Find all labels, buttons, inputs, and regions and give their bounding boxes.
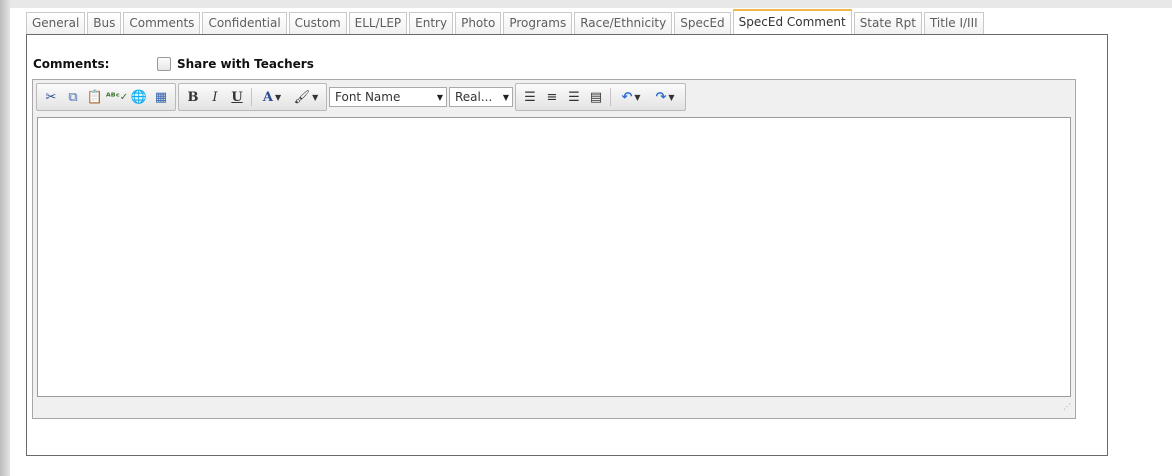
tab-state-rpt[interactable]: State Rpt xyxy=(853,12,922,34)
font-name-select[interactable]: Font Name ▼ xyxy=(329,87,447,107)
tab-ell-lep[interactable]: ELL/LEP xyxy=(348,12,408,34)
tab-custom[interactable]: Custom xyxy=(288,12,347,34)
tab-speced-comment[interactable]: SpecEd Comment xyxy=(732,9,852,34)
font-size-value: Real... xyxy=(455,90,493,104)
comments-row: Comments: Share with Teachers xyxy=(33,55,314,73)
font-size-select[interactable]: Real... ▼ xyxy=(449,87,513,107)
tab-race-ethnicity[interactable]: Race/Ethnicity xyxy=(574,12,673,34)
align-left-icon[interactable]: ☰ xyxy=(519,86,541,108)
chevron-down-icon: ▼ xyxy=(436,92,443,102)
hyperlink-icon[interactable]: 🌐 xyxy=(128,86,150,108)
bold-icon[interactable]: B xyxy=(182,86,204,108)
chevron-down-icon: ▼ xyxy=(634,92,641,102)
italic-icon[interactable]: I xyxy=(204,86,226,108)
tab-strip: General Bus Comments Confidential Custom… xyxy=(26,9,986,34)
tab-photo[interactable]: Photo xyxy=(455,12,502,34)
tab-entry[interactable]: Entry xyxy=(409,12,454,34)
comments-label: Comments: xyxy=(33,57,110,71)
editor-toolbar: ✂ ⧉ 📋 ᴬᴮᶜ✓ 🌐 ▦ B I U A ▼ 🖌 ▼ Font Name ▼ R… xyxy=(36,83,688,111)
align-center-icon[interactable]: ≡ xyxy=(541,86,563,108)
highlight-color-icon[interactable]: 🖌 ▼ xyxy=(289,86,323,108)
justify-icon[interactable]: ▤ xyxy=(585,86,607,108)
tab-speced[interactable]: SpecEd xyxy=(674,12,731,34)
toolbar-separator xyxy=(610,88,611,106)
tab-general[interactable]: General xyxy=(26,12,86,34)
toolbar-group-alignment: ☰ ≡ ☰ ▤ ↶ ▼ ↷ ▼ xyxy=(515,83,686,111)
chevron-down-icon: ▼ xyxy=(274,92,282,102)
chevron-down-icon: ▼ xyxy=(312,92,319,102)
spellcheck-icon[interactable]: ᴬᴮᶜ✓ xyxy=(106,86,128,108)
tab-programs[interactable]: Programs xyxy=(503,12,573,34)
speced-comment-panel: Comments: Share with Teachers ✂ ⧉ 📋 ᴬᴮᶜ✓… xyxy=(26,34,1108,456)
toolbar-separator xyxy=(251,88,252,106)
tab-title-i-iii[interactable]: Title I/III xyxy=(923,12,984,34)
tab-confidential[interactable]: Confidential xyxy=(202,12,287,34)
resize-grip-icon[interactable]: ⋰ xyxy=(1061,403,1071,414)
tab-comments[interactable]: Comments xyxy=(123,12,201,34)
tab-bus[interactable]: Bus xyxy=(87,12,122,34)
copy-icon[interactable]: ⧉ xyxy=(62,86,84,108)
font-color-icon[interactable]: A ▼ xyxy=(255,86,289,108)
table-icon[interactable]: ▦ xyxy=(150,86,172,108)
editor-content-area[interactable] xyxy=(37,117,1071,397)
chevron-down-icon: ▼ xyxy=(668,92,675,102)
align-right-icon[interactable]: ☰ xyxy=(563,86,585,108)
paste-icon[interactable]: 📋 xyxy=(84,86,106,108)
rich-text-editor: ✂ ⧉ 📋 ᴬᴮᶜ✓ 🌐 ▦ B I U A ▼ 🖌 ▼ Font Name ▼ R… xyxy=(32,79,1076,419)
toolbar-group-clipboard: ✂ ⧉ 📋 ᴬᴮᶜ✓ 🌐 ▦ xyxy=(36,83,176,111)
font-name-value: Font Name xyxy=(335,90,401,104)
undo-icon[interactable]: ↶ ▼ xyxy=(614,86,648,108)
redo-icon[interactable]: ↷ ▼ xyxy=(648,86,682,108)
cut-icon[interactable]: ✂ xyxy=(40,86,62,108)
chevron-down-icon: ▼ xyxy=(502,92,509,102)
share-with-teachers-label[interactable]: Share with Teachers xyxy=(177,57,314,71)
share-with-teachers-checkbox[interactable] xyxy=(157,57,171,71)
underline-icon[interactable]: U xyxy=(226,86,248,108)
toolbar-group-format: B I U A ▼ 🖌 ▼ xyxy=(178,83,327,111)
